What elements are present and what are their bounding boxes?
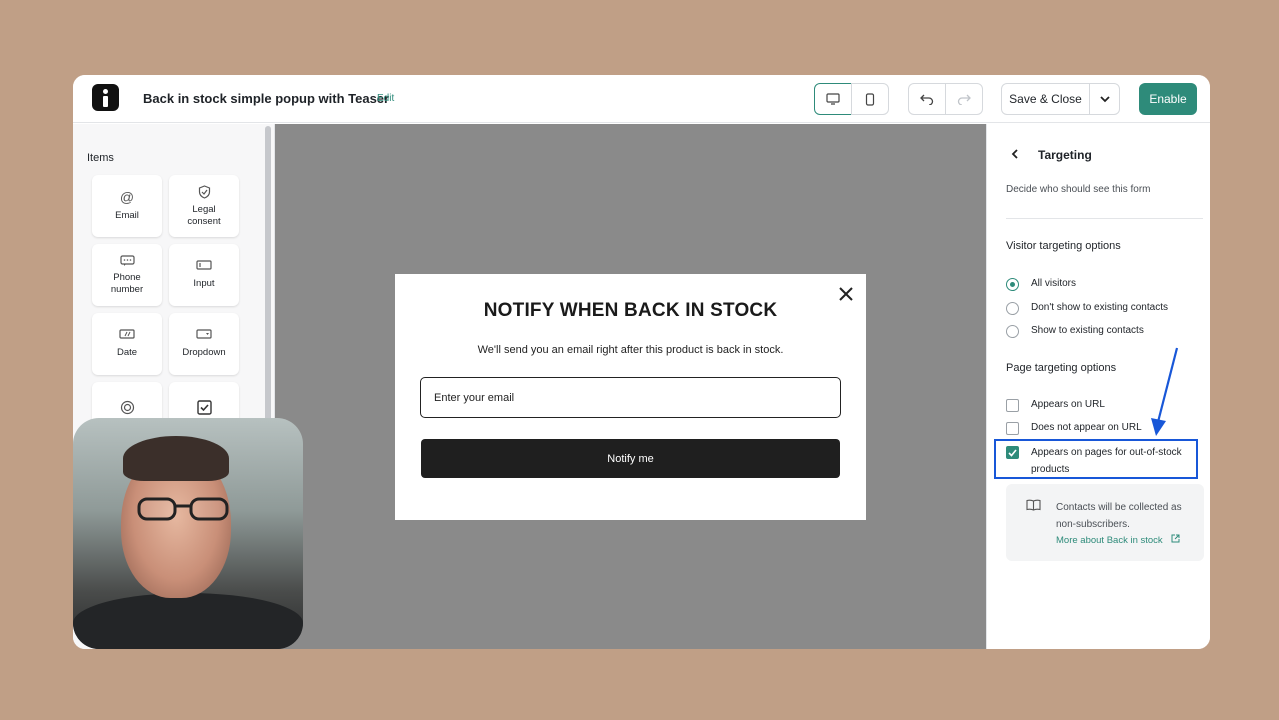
radio-label: Show to existing contacts [1031, 325, 1144, 336]
desktop-icon [826, 93, 840, 105]
radio-button[interactable] [1006, 325, 1019, 338]
panel-subtitle: Decide who should see this form [1006, 184, 1151, 195]
item-tile-dropdown[interactable]: Dropdown [169, 313, 239, 375]
targeting-panel: Targeting Decide who should see this for… [986, 124, 1210, 649]
preview-canvas: NOTIFY WHEN BACK IN STOCK We'll send you… [275, 124, 986, 649]
app-logo-icon[interactable] [92, 84, 119, 111]
enable-button[interactable]: Enable [1139, 83, 1197, 115]
external-link-icon [1171, 534, 1180, 543]
popup-preview[interactable]: NOTIFY WHEN BACK IN STOCK We'll send you… [395, 274, 866, 520]
mobile-preview-button[interactable] [851, 83, 889, 115]
checkbox[interactable] [1006, 399, 1019, 412]
redo-button[interactable] [945, 83, 983, 115]
desktop-preview-button[interactable] [814, 83, 852, 115]
mobile-icon [865, 92, 875, 106]
redo-icon [957, 94, 971, 105]
edit-title-link[interactable]: Edit [377, 93, 394, 104]
divider [1006, 218, 1203, 219]
radio-label: Don't show to existing contacts [1031, 302, 1168, 313]
link-label: More about Back in stock [1056, 535, 1163, 546]
person-shirt [73, 593, 303, 649]
form-title: Back in stock simple popup with Teaser [143, 91, 390, 106]
info-box: Contacts will be collected as non-subscr… [1006, 484, 1204, 561]
save-options-dropdown[interactable] [1089, 83, 1120, 115]
items-heading: Items [87, 152, 114, 164]
notify-me-button[interactable]: Notify me [421, 439, 840, 478]
checkbox-label: Does not appear on URL [1031, 422, 1142, 433]
webcam-overlay [73, 418, 303, 649]
radio-all-visitors[interactable]: All visitors [1006, 278, 1076, 291]
at-icon: @ [119, 189, 135, 205]
more-about-link[interactable]: More about Back in stock [1056, 534, 1180, 546]
checkbox-label: Appears on URL [1031, 399, 1105, 410]
tile-label: Input [193, 278, 215, 289]
radio-button[interactable] [1006, 302, 1019, 315]
undo-button[interactable] [908, 83, 946, 115]
popup-subtitle: We'll send you an email right after this… [477, 344, 784, 356]
radio-label: All visitors [1031, 278, 1077, 289]
glasses-icon [137, 497, 229, 521]
radio-field-icon [120, 400, 134, 414]
input-field-icon [196, 260, 212, 270]
book-icon [1026, 499, 1041, 511]
info-text: Contacts will be collected as non-subscr… [1056, 502, 1182, 530]
item-tile-date[interactable]: Date [92, 313, 162, 375]
items-scrollbar[interactable] [265, 126, 271, 426]
person-hair [123, 436, 229, 481]
item-tile-email[interactable]: @ Email [92, 175, 162, 237]
annotation-highlight-box [994, 439, 1198, 479]
date-field-icon [119, 329, 135, 339]
tile-label: Date [116, 347, 138, 358]
radio-show-existing[interactable]: Show to existing contacts [1006, 325, 1144, 338]
checkbox-appears-on-url[interactable]: Appears on URL [1006, 399, 1105, 412]
radio-dont-show-existing[interactable]: Don't show to existing contacts [1006, 302, 1168, 315]
tile-label: Phone number [110, 271, 144, 295]
save-close-button[interactable]: Save & Close [1001, 83, 1090, 115]
item-tile-phone-number[interactable]: Phone number [92, 244, 162, 306]
item-tile-input[interactable]: Input [169, 244, 239, 306]
tile-label: Dropdown [182, 347, 226, 358]
visitor-targeting-heading: Visitor targeting options [1006, 240, 1121, 252]
popup-title: NOTIFY WHEN BACK IN STOCK [483, 300, 778, 321]
page-targeting-heading: Page targeting options [1006, 362, 1117, 374]
tile-label: Email [115, 210, 139, 221]
checkbox-not-appear-on-url[interactable]: Does not appear on URL [1006, 422, 1142, 435]
phone-field-icon [119, 254, 135, 266]
chevron-down-icon [1099, 95, 1110, 102]
email-input[interactable] [420, 377, 841, 418]
panel-title: Targeting [1038, 148, 1092, 162]
tile-label: Legal consent [187, 203, 221, 227]
undo-icon [920, 94, 934, 105]
top-bar: Back in stock simple popup with Teaser E… [73, 75, 1210, 123]
checkbox[interactable] [1006, 422, 1019, 435]
item-tile-legal-consent[interactable]: Legal consent [169, 175, 239, 237]
shield-check-icon [198, 184, 210, 199]
back-chevron-icon[interactable] [1011, 146, 1019, 162]
checkbox-field-icon [196, 399, 212, 415]
radio-button[interactable] [1006, 278, 1019, 291]
dropdown-field-icon [196, 329, 212, 339]
